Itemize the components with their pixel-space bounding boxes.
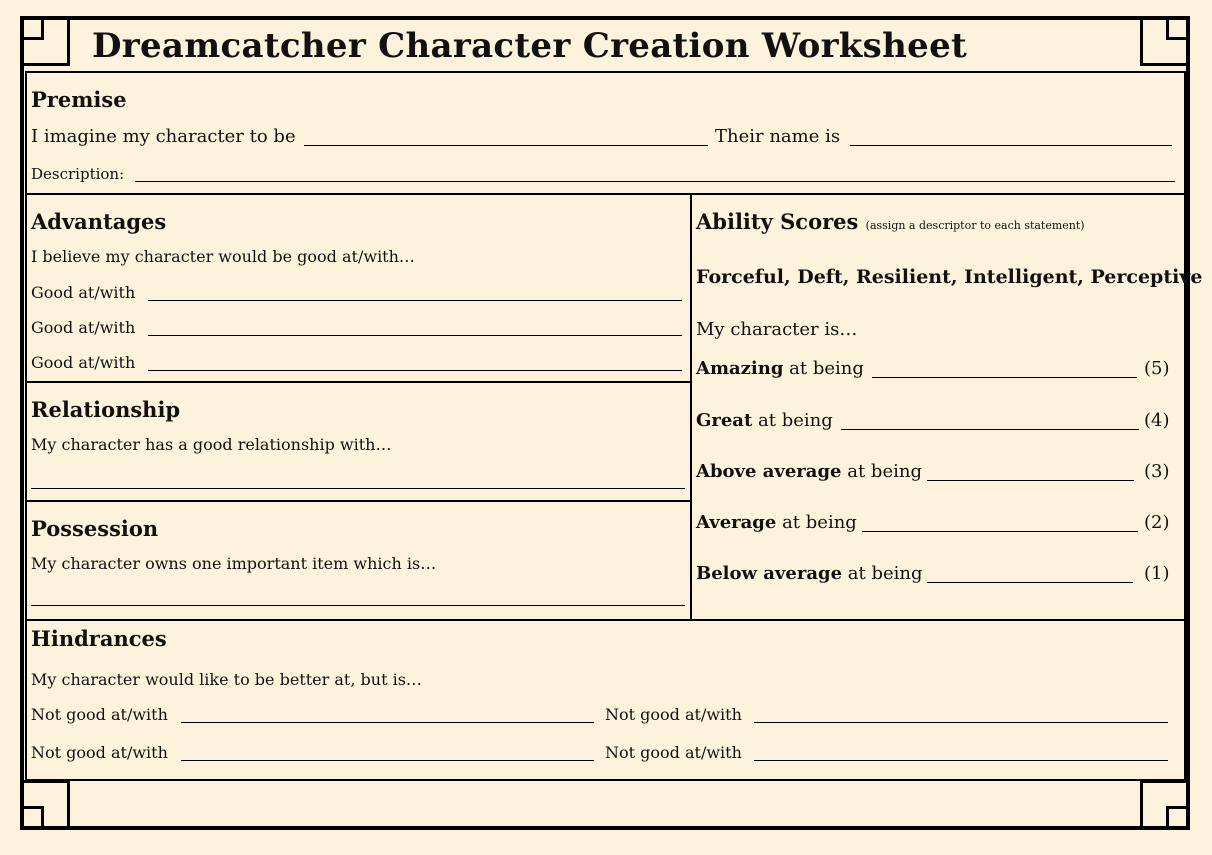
- imagine-label: I imagine my character to be: [31, 126, 296, 147]
- advantage-label-3: Good at/with: [31, 353, 136, 372]
- advantages-heading: Advantages: [31, 209, 167, 234]
- ability-suffix: at being: [847, 461, 922, 482]
- hindrance-field-4[interactable]: [754, 760, 1168, 761]
- hindrance-label-4: Not good at/with: [605, 743, 742, 762]
- ability-score-2: (2): [1144, 512, 1170, 533]
- ability-score-5: (5): [1144, 358, 1170, 379]
- relationship-field[interactable]: [31, 488, 685, 489]
- hindrance-field-1[interactable]: [181, 722, 594, 723]
- hindrances-intro: My character would like to be better at,…: [31, 670, 422, 689]
- ability-intro: My character is…: [696, 319, 858, 340]
- ability-suffix: at being: [789, 358, 864, 379]
- ability-row-amazing: Amazing at being: [696, 359, 864, 379]
- ability-score-4: (4): [1144, 410, 1170, 431]
- ability-scores-heading: Ability Scores (assign a descriptor to e…: [696, 209, 1085, 234]
- advantage-label-2: Good at/with: [31, 318, 136, 337]
- ability-level-label: Amazing: [696, 358, 784, 379]
- ability-level-label: Great: [696, 410, 753, 431]
- advantage-label-1: Good at/with: [31, 283, 136, 302]
- corner-ornament-top-right: [1140, 16, 1190, 66]
- ability-level-label: Below average: [696, 563, 843, 584]
- corner-ornament-bottom-left: [20, 780, 70, 830]
- imagine-field[interactable]: [304, 145, 708, 146]
- ability-score-1: (1): [1144, 563, 1170, 584]
- ability-row-below-average: Below average at being: [696, 564, 923, 584]
- ability-field-great[interactable]: [841, 429, 1139, 430]
- description-field[interactable]: [135, 181, 1175, 182]
- possession-intro: My character owns one important item whi…: [31, 554, 437, 573]
- advantage-field-2[interactable]: [148, 335, 682, 336]
- ability-scores-title: Ability Scores: [696, 209, 859, 234]
- ability-suffix: at being: [847, 563, 923, 584]
- corner-ornament-bottom-right: [1140, 780, 1190, 830]
- premise-heading: Premise: [31, 87, 127, 112]
- name-label: Their name is: [715, 126, 841, 147]
- advantages-intro: I believe my character would be good at/…: [31, 247, 415, 266]
- description-label: Description:: [31, 165, 125, 183]
- ability-field-average[interactable]: [862, 531, 1138, 532]
- advantage-field-1[interactable]: [148, 300, 682, 301]
- ability-level-label: Average: [696, 512, 777, 533]
- descriptor-list: Forceful, Deft, Resilient, Intelligent, …: [696, 266, 1203, 288]
- relationship-heading: Relationship: [31, 397, 181, 422]
- hindrance-label-1: Not good at/with: [31, 705, 168, 724]
- page-title: Dreamcatcher Character Creation Workshee…: [92, 26, 967, 66]
- hindrance-field-3[interactable]: [181, 760, 594, 761]
- ability-scores-note: (assign a descriptor to each statement): [865, 219, 1085, 232]
- ability-suffix: at being: [758, 410, 833, 431]
- ability-level-label: Above average: [696, 461, 842, 482]
- corner-ornament-top-left: [20, 16, 70, 66]
- relationship-intro: My character has a good relationship wit…: [31, 435, 392, 454]
- possession-heading: Possession: [31, 516, 159, 541]
- ability-field-below-average[interactable]: [927, 582, 1133, 583]
- ability-row-average: Average at being: [696, 513, 857, 533]
- ability-field-above-average[interactable]: [927, 480, 1134, 481]
- ability-row-above-average: Above average at being: [696, 462, 922, 482]
- ability-field-amazing[interactable]: [872, 377, 1137, 378]
- ability-score-3: (3): [1144, 461, 1170, 482]
- hindrance-field-2[interactable]: [754, 722, 1168, 723]
- ability-row-great: Great at being: [696, 411, 833, 431]
- ability-suffix: at being: [782, 512, 857, 533]
- possession-field[interactable]: [31, 605, 685, 606]
- hindrances-heading: Hindrances: [31, 626, 167, 651]
- hindrance-label-3: Not good at/with: [31, 743, 168, 762]
- ability-scores-section: [690, 193, 1186, 621]
- name-field[interactable]: [850, 145, 1172, 146]
- advantage-field-3[interactable]: [148, 370, 682, 371]
- hindrance-label-2: Not good at/with: [605, 705, 742, 724]
